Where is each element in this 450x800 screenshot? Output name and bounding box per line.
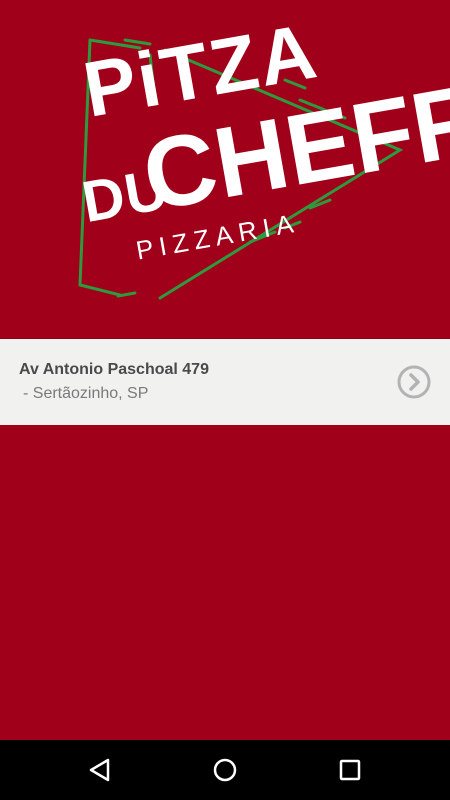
brand-header: PiTZA DU CHEFF PIZZARIA: [0, 0, 450, 339]
back-triangle-icon[interactable]: [85, 755, 115, 785]
home-circle-icon[interactable]: [210, 755, 240, 785]
address-list-item[interactable]: Av Antonio Paschoal 479 - Sertãozinho, S…: [0, 339, 450, 425]
recents-square-icon[interactable]: [335, 755, 365, 785]
address-street: Av Antonio Paschoal 479: [19, 361, 209, 378]
chevron-right-circle-icon[interactable]: [397, 365, 431, 399]
address-city: - Sertãozinho, SP: [23, 385, 149, 402]
system-navigation-bar: [0, 740, 450, 800]
